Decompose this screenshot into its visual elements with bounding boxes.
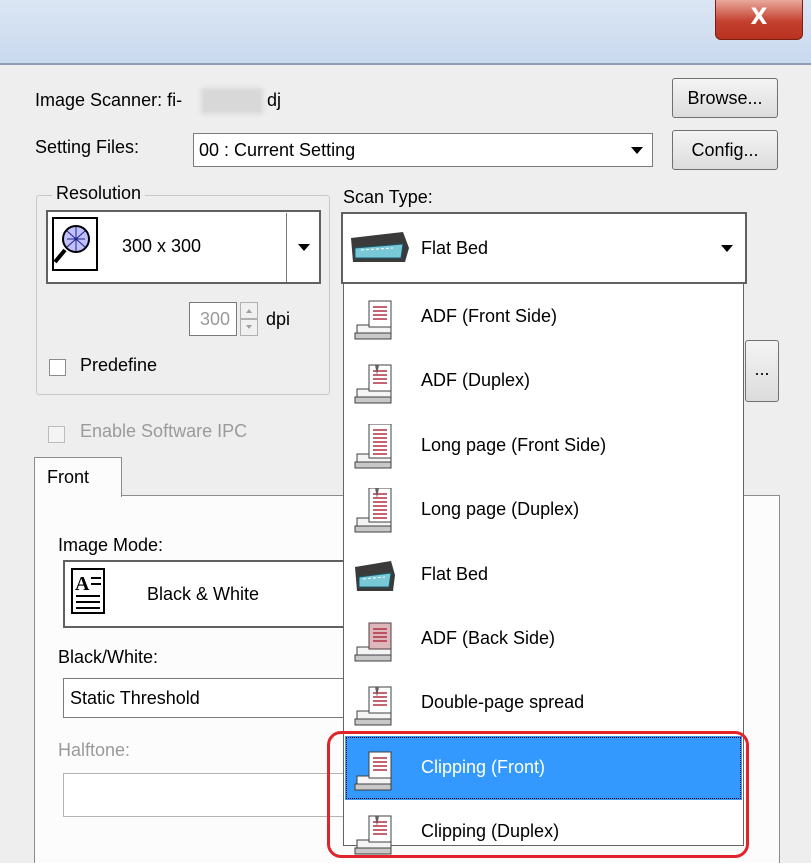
magnifier-icon <box>52 217 98 271</box>
adf-back-icon <box>353 617 397 663</box>
scan-type-option[interactable]: ADF (Front Side) <box>345 285 742 349</box>
scan-type-option-label: Long page (Front Side) <box>421 434 607 455</box>
resolution-value: 300 x 300 <box>122 236 202 256</box>
browse-button[interactable]: Browse... <box>672 78 778 118</box>
title-bar <box>0 0 811 63</box>
black-white-value: Static Threshold <box>70 688 200 708</box>
scan-type-more-button[interactable]: ... <box>745 340 779 402</box>
config-button[interactable]: Config... <box>672 130 778 170</box>
scan-type-value: Flat Bed <box>421 238 489 258</box>
chevron-down-icon[interactable] <box>624 136 650 164</box>
predefine-checkbox[interactable] <box>49 359 66 376</box>
image-mode-label: Image Mode: <box>58 535 164 555</box>
image-mode-value: Black & White <box>147 584 260 604</box>
scan-type-option-label: ADF (Back Side) <box>421 628 556 648</box>
flatbed-icon <box>351 232 409 262</box>
enable-ipc-label: Enable Software IPC <box>80 421 248 441</box>
scan-type-option[interactable]: Double-page spread <box>345 671 742 735</box>
adf-front-icon <box>353 295 397 341</box>
scan-type-option-label: Double-page spread <box>421 692 585 713</box>
scan-type-option-label: Long page (Duplex) <box>421 499 580 520</box>
scan-type-option-label: Flat Bed <box>421 563 489 584</box>
black-white-dropdown[interactable]: Static Threshold <box>63 678 383 718</box>
setting-files-dropdown[interactable]: 00 : Current Setting <box>193 133 653 167</box>
image-mode-dropdown[interactable]: A Black & White <box>63 560 383 628</box>
enable-ipc-checkbox[interactable] <box>48 426 65 443</box>
setting-files-value: 00 : Current Setting <box>199 140 356 160</box>
resolution-group-label: Resolution <box>52 183 146 204</box>
black-white-label: Black/White: <box>58 647 159 667</box>
close-button[interactable]: X <box>715 0 803 40</box>
predefine-label: Predefine <box>80 355 158 375</box>
scanner-suffix: dj <box>267 90 282 110</box>
scan-type-option[interactable]: ADF (Back Side) <box>345 607 742 671</box>
scan-type-option-label: ADF (Front Side) <box>421 306 558 326</box>
close-icon: X <box>750 5 768 30</box>
spinner-icon <box>240 302 258 336</box>
scan-type-option[interactable]: ADF (Duplex) <box>345 349 742 413</box>
long-page-front-icon <box>353 423 397 470</box>
highlight-frame <box>327 731 749 858</box>
adf-duplex-icon <box>353 359 397 405</box>
scan-type-option[interactable]: Long page (Front Side) <box>345 414 742 478</box>
scanner-model-redacted <box>201 88 263 114</box>
scan-type-option[interactable]: Flat Bed <box>345 543 742 607</box>
halftone-label: Halftone: <box>58 740 131 760</box>
scan-type-option-label: ADF (Duplex) <box>421 370 531 391</box>
dpi-spinner[interactable] <box>240 302 258 336</box>
double-page-icon <box>353 681 397 727</box>
dpi-unit-label: dpi <box>266 309 291 329</box>
long-page-duplex-icon <box>353 487 397 534</box>
resolution-dropdown[interactable]: 300 x 300 <box>46 210 321 284</box>
flatbed-icon <box>353 553 397 599</box>
dpi-input[interactable]: 300 <box>189 302 237 336</box>
scan-type-label: Scan Type: <box>343 187 433 207</box>
tab-front[interactable]: Front <box>34 457 122 497</box>
chevron-down-icon[interactable] <box>709 214 745 282</box>
text-document-icon: A <box>71 568 105 614</box>
scan-type-option[interactable]: Long page (Duplex) <box>345 478 742 542</box>
chevron-down-icon[interactable] <box>287 212 321 282</box>
scanner-label: Image Scanner: fi- <box>35 90 183 110</box>
svg-text:A: A <box>75 573 90 595</box>
scan-type-dropdown[interactable]: Flat Bed <box>341 212 747 284</box>
setting-files-label: Setting Files: <box>35 137 140 157</box>
